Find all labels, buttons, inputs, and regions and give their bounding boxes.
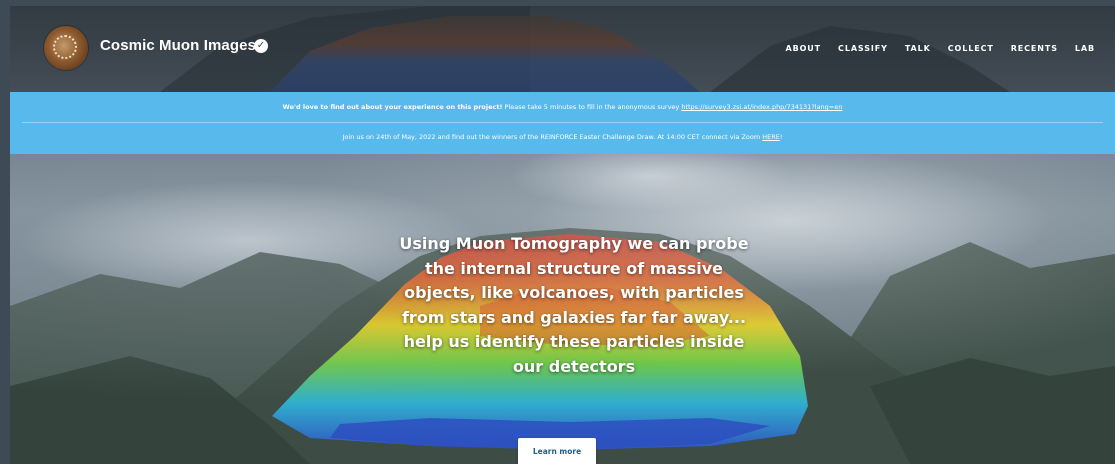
nav-lab[interactable]: LAB [1075, 44, 1095, 53]
hero-description: Using Muon Tomography we can probe the i… [399, 234, 749, 376]
project-avatar[interactable] [44, 26, 88, 70]
announcement-banner: We'd love to find out about your experie… [10, 92, 1115, 154]
page-frame: Cosmic Muon Images ✓ ABOUT CLASSIFY TALK… [10, 6, 1115, 464]
nav-talk[interactable]: TALK [905, 44, 931, 53]
project-title[interactable]: Cosmic Muon Images [100, 37, 256, 54]
project-nav: ABOUT CLASSIFY TALK COLLECT RECENTS LAB [769, 44, 1096, 53]
survey-announcement: We'd love to find out about your experie… [10, 103, 1115, 111]
zoom-here-link[interactable]: HERE [762, 133, 780, 141]
nav-collect[interactable]: COLLECT [948, 44, 994, 53]
survey-announcement-text: Please take 5 minutes to fill in the ano… [502, 103, 682, 111]
event-announcement-end: ! [779, 133, 783, 141]
event-announcement: Join us on 24th of May, 2022 and find ou… [10, 133, 1115, 141]
nav-classify[interactable]: CLASSIFY [838, 44, 888, 53]
banner-divider [22, 122, 1103, 123]
verified-check-icon: ✓ [254, 39, 268, 53]
survey-announcement-bold: We'd love to find out about your experie… [282, 103, 503, 111]
learn-more-button[interactable]: Learn more [518, 438, 596, 464]
nav-recents[interactable]: RECENTS [1011, 44, 1058, 53]
project-header: Cosmic Muon Images ✓ ABOUT CLASSIFY TALK… [10, 6, 1115, 92]
nav-about[interactable]: ABOUT [786, 44, 822, 53]
avatar-ring-decoration [53, 35, 77, 59]
event-announcement-text: Join us on 24th of May, 2022 and find ou… [342, 133, 763, 141]
survey-link[interactable]: https://survey3.zsi.at/index.php/734131?… [681, 103, 842, 111]
